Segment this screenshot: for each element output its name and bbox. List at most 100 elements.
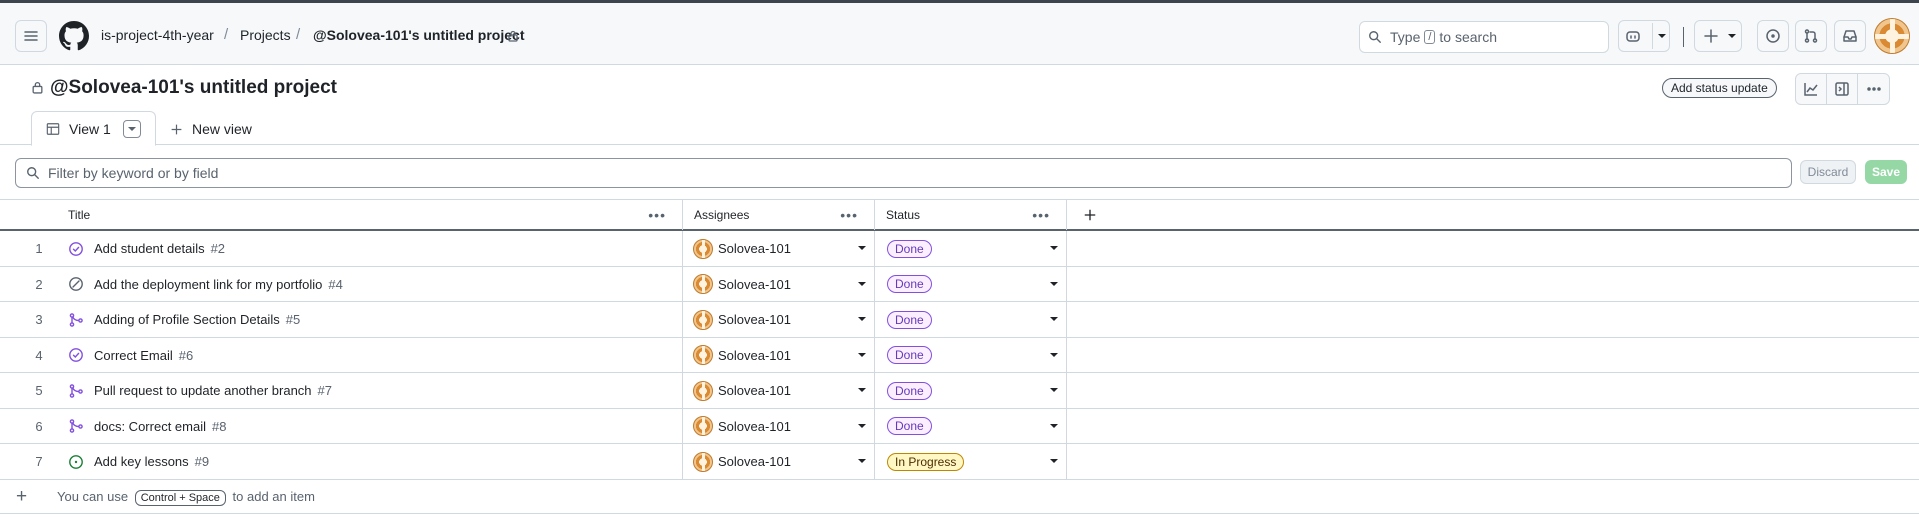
column-status[interactable]: Status ••• (886, 200, 1066, 230)
title-cell[interactable]: Adding of Profile Section Details #5 (68, 302, 300, 337)
copilot-button[interactable] (1618, 20, 1670, 52)
breadcrumb-org[interactable]: is-project-4th-year (101, 27, 214, 43)
status-cell[interactable]: Done (887, 231, 932, 266)
pull-requests-button[interactable] (1795, 20, 1827, 52)
new-view-button[interactable]: New view (170, 121, 252, 137)
chevron-down-icon[interactable] (858, 246, 866, 250)
column-divider (1066, 408, 1067, 444)
search-shortcut-key: / (1424, 30, 1436, 44)
title-cell[interactable]: Add the deployment link for my portfolio… (68, 267, 343, 302)
add-status-update-button[interactable]: Add status update (1662, 78, 1777, 98)
chevron-down-icon[interactable] (1050, 423, 1058, 428)
title-cell[interactable]: Add student details #2 (68, 231, 225, 266)
insights-button[interactable] (1796, 74, 1827, 104)
column-divider (874, 373, 875, 408)
create-new-button[interactable] (1694, 20, 1742, 52)
more-options-button[interactable] (1858, 74, 1889, 104)
table-row[interactable]: 4 Correct Email #6 Solovea-101 Done (0, 337, 1919, 373)
item-number: #7 (317, 383, 333, 398)
row-number: 1 (35, 241, 43, 256)
item-title[interactable]: docs: Correct email (94, 419, 206, 434)
status-cell[interactable]: Done (887, 338, 932, 373)
chevron-down-icon[interactable] (858, 281, 866, 286)
table-row[interactable]: 3 Adding of Profile Section Details #5 S… (0, 302, 1919, 338)
item-title[interactable]: Pull request to update another branch (94, 383, 312, 398)
column-menu-icon[interactable]: ••• (840, 207, 858, 223)
chevron-down-icon[interactable] (858, 352, 866, 357)
column-divider (1066, 266, 1067, 302)
assignee-cell[interactable]: Solovea-101 (693, 409, 791, 444)
user-avatar[interactable] (1874, 18, 1910, 54)
breadcrumb-project[interactable]: @Solovea-101's untitled project (313, 27, 524, 43)
menu-button[interactable] (15, 20, 47, 52)
filter-input[interactable]: Filter by keyword or by field (15, 158, 1792, 188)
add-item-row[interactable]: + You can use Control + Space to add an … (0, 480, 1919, 514)
chevron-down-icon[interactable] (858, 317, 866, 321)
page-title: @Solovea-101's untitled project (50, 77, 338, 98)
chevron-down-icon[interactable] (1050, 281, 1058, 286)
view-options-button[interactable] (122, 119, 141, 138)
chevron-down-icon[interactable] (1050, 246, 1058, 250)
assignee-cell[interactable]: Solovea-101 (693, 267, 791, 302)
assignee-cell[interactable]: Solovea-101 (693, 444, 791, 479)
issue-open-icon (69, 454, 83, 469)
copilot-icon (1626, 31, 1640, 42)
discard-button[interactable]: Discard (1800, 160, 1856, 184)
status-badge: Done (887, 381, 932, 400)
status-cell[interactable]: Done (887, 373, 932, 408)
status-cell[interactable]: Done (887, 267, 932, 302)
status-cell[interactable]: In Progress (887, 444, 965, 479)
column-menu-icon[interactable]: ••• (1032, 207, 1050, 223)
chevron-down-icon[interactable] (1050, 459, 1058, 463)
status-badge: Done (887, 310, 932, 329)
issues-button[interactable] (1757, 20, 1789, 52)
assignee-cell[interactable]: Solovea-101 (693, 302, 791, 337)
assignee-cell[interactable]: Solovea-101 (693, 231, 791, 266)
item-title[interactable]: Add the deployment link for my portfolio (94, 277, 322, 292)
title-cell[interactable]: docs: Correct email #8 (68, 409, 226, 444)
add-field-button[interactable] (1083, 200, 1097, 230)
table-row[interactable]: 7 Add key lessons #9 Solovea-101 In Prog… (0, 444, 1919, 480)
chevron-down-icon[interactable] (1050, 317, 1058, 321)
column-title[interactable]: Title ••• (68, 200, 682, 230)
title-cell[interactable]: Pull request to update another branch #7 (68, 373, 332, 408)
item-title[interactable]: Add key lessons (94, 454, 189, 469)
add-item-hint: You can use Control + Space to add an it… (57, 489, 315, 506)
chevron-down-icon[interactable] (858, 459, 866, 463)
breadcrumb-separator: / (224, 26, 229, 43)
status-badge: Done (887, 275, 932, 293)
item-title[interactable]: Add student details (94, 241, 205, 256)
assignee-cell[interactable]: Solovea-101 (693, 338, 791, 373)
tab-view-1[interactable]: View 1 (31, 111, 156, 146)
github-logo-icon[interactable] (59, 21, 89, 51)
status-cell[interactable]: Done (887, 302, 932, 337)
table-row[interactable]: 1 Add student details #2 Solovea-101 Don… (0, 231, 1919, 267)
chevron-down-icon[interactable] (1050, 352, 1058, 357)
inbox-button[interactable] (1834, 20, 1866, 52)
column-divider (1066, 444, 1067, 479)
column-divider (1066, 200, 1067, 230)
table-row[interactable]: 6 docs: Correct email #8 Solovea-101 Don… (0, 408, 1919, 444)
save-button[interactable]: Save (1865, 160, 1907, 184)
chevron-down-icon[interactable] (858, 388, 866, 392)
table-icon (46, 122, 60, 135)
item-title[interactable]: Correct Email (94, 348, 173, 363)
column-menu-icon[interactable]: ••• (648, 207, 666, 223)
side-panel-button[interactable] (1827, 74, 1858, 104)
item-title[interactable]: Adding of Profile Section Details (94, 312, 280, 327)
assignee-cell[interactable]: Solovea-101 (693, 373, 791, 408)
title-cell[interactable]: Add key lessons #9 (68, 444, 209, 479)
button-divider (1652, 23, 1653, 49)
table-row[interactable]: 5 Pull request to update another branch … (0, 373, 1919, 409)
title-cell[interactable]: Correct Email #6 (68, 338, 193, 373)
column-assignees[interactable]: Assignees ••• (694, 200, 874, 230)
chevron-down-icon[interactable] (1050, 388, 1058, 392)
search-input[interactable]: Type / to search (1359, 21, 1609, 53)
chevron-down-icon[interactable] (1658, 34, 1666, 38)
plus-icon[interactable]: + (16, 486, 27, 508)
item-number: #6 (178, 347, 194, 363)
table-row[interactable]: 2 Add the deployment link for my portfol… (0, 266, 1919, 302)
chevron-down-icon[interactable] (858, 423, 866, 428)
breadcrumb-projects[interactable]: Projects (240, 27, 291, 43)
status-cell[interactable]: Done (887, 409, 932, 444)
